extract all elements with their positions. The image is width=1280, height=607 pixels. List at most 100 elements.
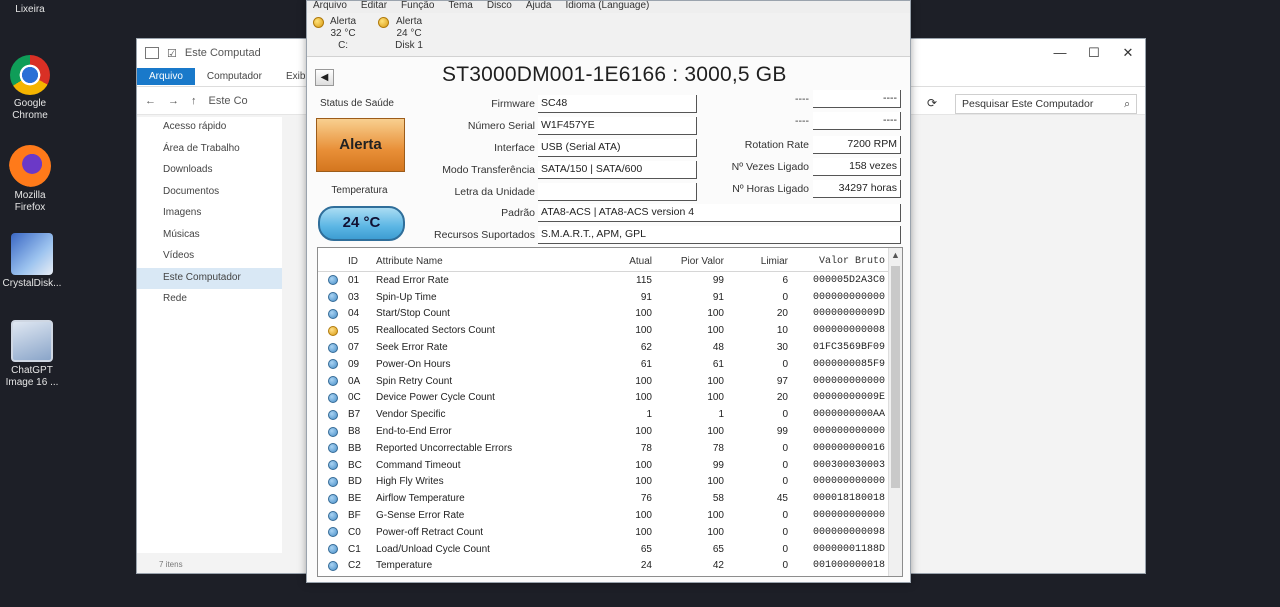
- sidebar-item-downloads[interactable]: Downloads: [137, 160, 282, 182]
- cell-id: 07: [348, 342, 360, 354]
- table-row[interactable]: BF G-Sense Error Rate 100 100 0 000000000000: [318, 507, 902, 524]
- table-row[interactable]: 01 Read Error Rate 115 99 6 000005D2A3C0: [318, 272, 902, 289]
- up-arrow-icon[interactable]: ↑: [191, 95, 197, 107]
- address-path[interactable]: Este Co: [209, 95, 248, 107]
- disk-tab-c[interactable]: Alerta 32 °C C:: [313, 13, 356, 56]
- disk-tab-disk1[interactable]: Alerta 24 °C Disk 1: [378, 13, 423, 56]
- cell-attribute-name: Power-off Retract Count: [376, 526, 484, 538]
- cell-pior: 1: [718, 409, 724, 421]
- desktop-icon-recycle-bin[interactable]: Lixeira: [0, 4, 60, 16]
- cell-id: C0: [348, 526, 361, 538]
- sidebar-item-musicas[interactable]: Músicas: [137, 225, 282, 247]
- col-attribute-name[interactable]: Attribute Name: [376, 256, 594, 271]
- menu-arquivo[interactable]: Arquivo: [313, 1, 347, 13]
- refresh-button[interactable]: ⟳: [927, 96, 943, 112]
- sidebar-item-imagens[interactable]: Imagens: [137, 203, 282, 225]
- table-row[interactable]: BD High Fly Writes 100 100 0 000000000000: [318, 474, 902, 491]
- features-value: S.M.A.R.T., APM, GPL: [538, 226, 901, 244]
- crystaldisk-icon: [11, 233, 53, 275]
- cell-pior: 42: [712, 560, 724, 572]
- desktop-icon-chrome[interactable]: Google Chrome: [0, 55, 60, 122]
- status-dot: [318, 460, 348, 471]
- cell-attribute-name: G-Sense Error Rate: [376, 510, 465, 522]
- rotation-rate-value: 7200 RPM: [813, 136, 901, 154]
- table-row[interactable]: BC Command Timeout 100 99 0 000300030003: [318, 457, 902, 474]
- cell-id: B8: [348, 426, 361, 438]
- sidebar-item-este-computador[interactable]: Este Computador: [137, 267, 282, 289]
- cell-atual: 62: [640, 342, 652, 354]
- table-row[interactable]: BB Reported Uncorrectable Errors 78 78 0 0000…: [318, 440, 902, 457]
- menu-disco[interactable]: Disco: [487, 1, 512, 13]
- desktop-icon-firefox[interactable]: Mozilla Firefox: [0, 145, 60, 214]
- desktop-icon-chatgpt-image[interactable]: ChatGPT Image 16 ...: [2, 320, 62, 389]
- scroll-up-icon[interactable]: ▲: [891, 250, 900, 260]
- alert-status-icon: [313, 17, 324, 28]
- table-row[interactable]: C1 Load/Unload Cycle Count 65 65 0 0000000118…: [318, 541, 902, 558]
- cell-limiar: 0: [782, 442, 788, 454]
- menu-idioma[interactable]: Idioma (Language): [565, 1, 649, 13]
- maximize-button[interactable]: ☐: [1077, 45, 1111, 61]
- cell-attribute-name: Airflow Temperature: [376, 493, 465, 505]
- status-dot: [318, 476, 348, 487]
- table-row[interactable]: 03 Spin-Up Time 91 91 0 000000000000: [318, 289, 902, 306]
- transfer-mode-value: SATA/150 | SATA/600: [538, 161, 697, 179]
- cell-atual: 115: [636, 274, 652, 286]
- sidebar-item-documentos[interactable]: Documentos: [137, 182, 282, 204]
- table-row[interactable]: 04 Start/Stop Count 100 100 20 00000000009D: [318, 306, 902, 323]
- close-button[interactable]: ✕: [1111, 45, 1145, 61]
- sidebar-item-rede[interactable]: Rede: [137, 289, 282, 311]
- back-arrow-icon[interactable]: ←: [145, 95, 156, 107]
- menu-editar[interactable]: Editar: [361, 1, 387, 13]
- previous-disk-button[interactable]: ◀: [315, 69, 334, 86]
- table-row[interactable]: C2 Temperature 24 42 0 001000000018: [318, 558, 902, 575]
- sidebar-item-acesso-rapido[interactable]: Acesso rápido: [137, 117, 282, 139]
- table-row[interactable]: B7 Vendor Specific 1 1 0 0000000000AA: [318, 406, 902, 423]
- disk-tab-drive: C:: [338, 40, 349, 51]
- ribbon-tab-computador[interactable]: Computador: [195, 68, 274, 85]
- col-id[interactable]: ID: [348, 256, 376, 271]
- menu-tema[interactable]: Tema: [448, 1, 472, 13]
- cell-atual: 1: [646, 409, 652, 421]
- desktop-icon-crystaldisk[interactable]: CrystalDisk...: [2, 233, 62, 290]
- sidebar-item-area-de-trabalho[interactable]: Área de Trabalho: [137, 139, 282, 161]
- table-row[interactable]: 05 Reallocated Sectors Count 100 100 10 00000…: [318, 322, 902, 339]
- smart-attributes-table[interactable]: ID Attribute Name Atual Pior Valor Limia…: [317, 247, 903, 577]
- menu-funcao[interactable]: Função: [401, 1, 434, 13]
- crystaldiskinfo-window[interactable]: Arquivo Editar Função Tema Disco Ajuda I…: [306, 0, 911, 583]
- table-row[interactable]: C0 Power-off Retract Count 100 100 0 00000000…: [318, 524, 902, 541]
- health-status-badge[interactable]: Alerta: [316, 118, 405, 172]
- status-dot: [318, 292, 348, 303]
- cell-atual: 100: [635, 426, 652, 438]
- ribbon-tab-arquivo[interactable]: Arquivo: [137, 68, 195, 85]
- table-row[interactable]: B8 End-to-End Error 100 100 99 000000000000: [318, 423, 902, 440]
- table-scrollbar[interactable]: ▲: [888, 248, 902, 576]
- table-row[interactable]: 07 Seek Error Rate 62 48 30 01FC3569BF09: [318, 339, 902, 356]
- forward-arrow-icon[interactable]: →: [168, 95, 179, 107]
- table-row[interactable]: 09 Power-On Hours 61 61 0 0000000085F9: [318, 356, 902, 373]
- cell-id: 03: [348, 291, 360, 303]
- cell-valor-bruto: 000018180018: [812, 493, 885, 505]
- cell-limiar: 0: [782, 358, 788, 370]
- col-valor-bruto[interactable]: Valor Bruto: [788, 256, 885, 271]
- minimize-button[interactable]: —: [1043, 45, 1077, 61]
- status-dot: [318, 409, 348, 420]
- menu-ajuda[interactable]: Ajuda: [526, 1, 552, 13]
- col-atual[interactable]: Atual: [594, 256, 652, 271]
- scroll-thumb[interactable]: [891, 266, 900, 488]
- table-row[interactable]: BE Airflow Temperature 76 58 45 000018180018: [318, 490, 902, 507]
- cell-pior: 65: [712, 543, 724, 555]
- cell-limiar: 45: [776, 493, 788, 505]
- col-limiar[interactable]: Limiar: [724, 256, 788, 271]
- col-pior-valor[interactable]: Pior Valor: [652, 256, 724, 271]
- good-status-icon: [328, 510, 338, 521]
- table-row[interactable]: 0C Device Power Cycle Count 100 100 20 000000…: [318, 390, 902, 407]
- status-bar: 7 itens: [159, 560, 183, 569]
- cell-valor-bruto: 00000000009D: [812, 308, 885, 320]
- cell-id: 0C: [348, 392, 361, 404]
- sidebar-item-videos[interactable]: Vídeos: [137, 246, 282, 268]
- search-input[interactable]: Pesquisar Este Computador ⌕: [955, 94, 1137, 114]
- table-row[interactable]: 0A Spin Retry Count 100 100 97 000000000000: [318, 373, 902, 390]
- cell-id: B7: [348, 409, 361, 421]
- menu-bar: Arquivo Editar Função Tema Disco Ajuda I…: [307, 1, 910, 13]
- temperature-badge[interactable]: 24 °C: [318, 206, 405, 241]
